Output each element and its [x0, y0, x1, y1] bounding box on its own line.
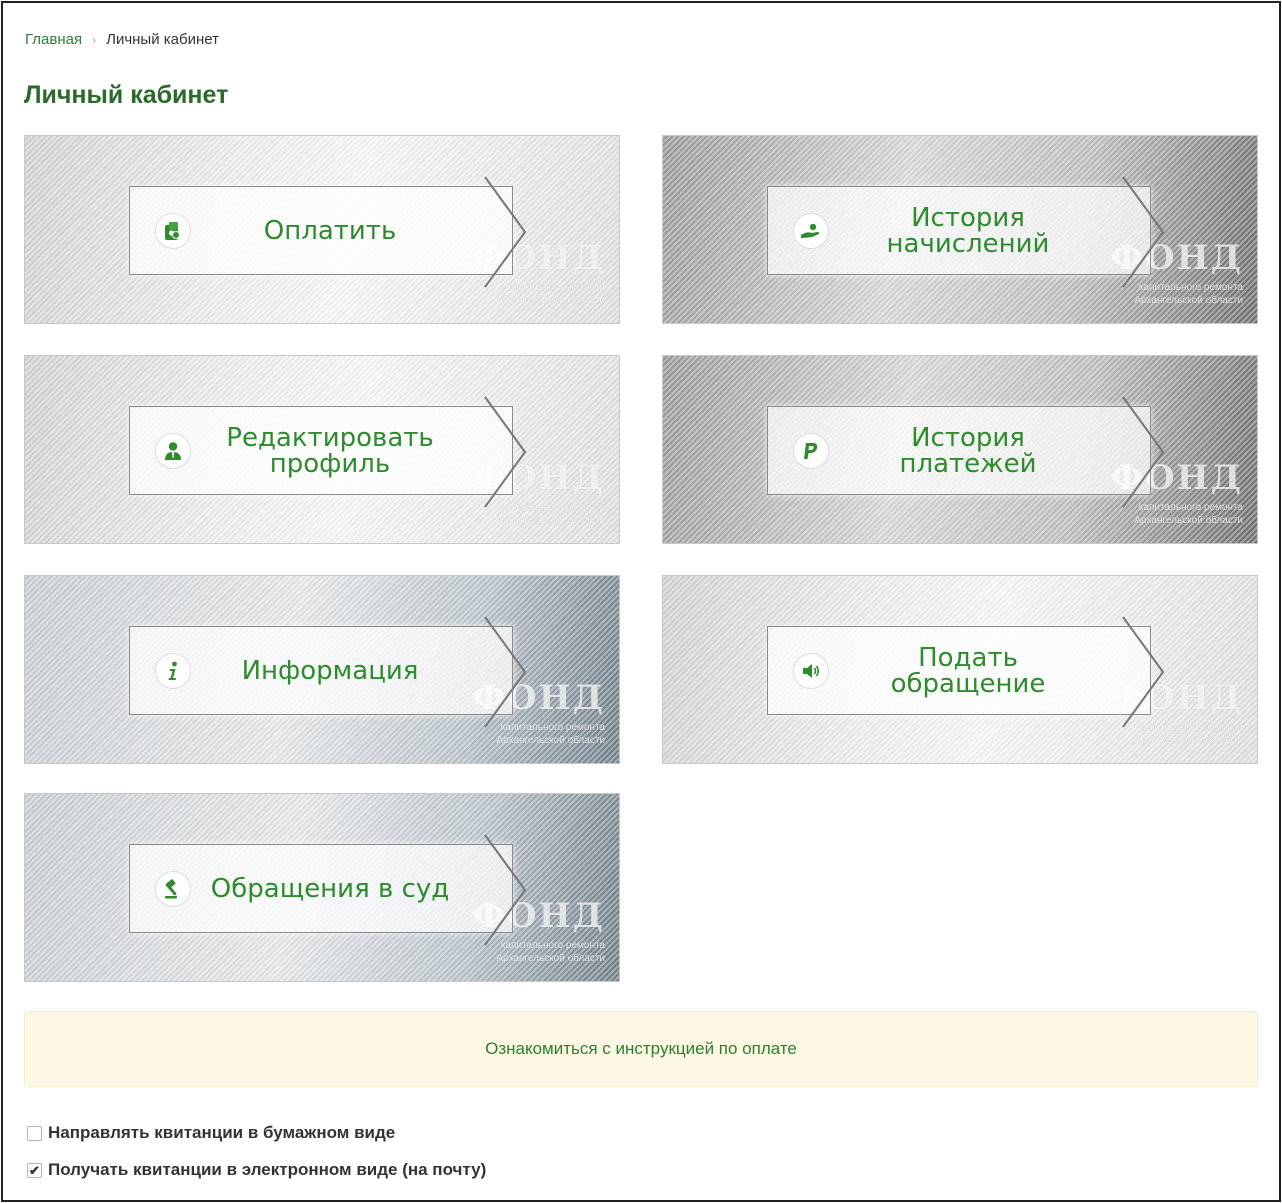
paper-receipts-label: Направлять квитанции в бумажном виде: [48, 1123, 396, 1142]
tile-label: Редактировать профиль: [226, 422, 434, 479]
page-frame: Главная › Личный кабинет Личный кабинет …: [1, 1, 1281, 1202]
email-receipts-checkbox[interactable]: ✔: [27, 1162, 42, 1178]
tile-pay[interactable]: ФОНД капитального ремонта Архангельской …: [24, 135, 620, 324]
chevron-right-icon: [484, 176, 527, 288]
breadcrumb-home-link[interactable]: Главная: [25, 31, 82, 48]
breadcrumb-separator: ›: [92, 32, 97, 47]
payment-instructions-link[interactable]: Ознакомиться с инструкцией по оплате: [24, 1011, 1258, 1087]
tile-label: Оплатить: [263, 215, 397, 246]
tile-label: Информация: [241, 655, 419, 686]
chevron-right-icon: [1122, 616, 1165, 728]
breadcrumb: Главная › Личный кабинет: [25, 31, 219, 48]
tile-label: Подать обращение: [890, 642, 1046, 699]
info-icon: [155, 653, 191, 689]
tile-edit-profile[interactable]: ФОНД капитального ремонта Архангельской …: [24, 355, 620, 544]
chevron-right-icon: [1122, 396, 1165, 508]
tile-court-appeals[interactable]: ФОНД капитального ремонта Архангельской …: [24, 793, 620, 982]
tile-submit-request[interactable]: ФОНД капитального ремонта Архангельской …: [662, 575, 1258, 764]
email-receipts-option[interactable]: ✔ Получать квитанции в электронном виде …: [27, 1160, 486, 1180]
tile-label: Обращения в суд: [210, 873, 450, 904]
tile-payment-history[interactable]: ФОНД капитального ремонта Архангельской …: [662, 355, 1258, 544]
tile-information[interactable]: ФОНД капитального ремонта Архангельской …: [24, 575, 620, 764]
tile-label: История платежей: [899, 422, 1037, 479]
tile-label: История начислений: [886, 202, 1050, 259]
hand-coin-icon: [793, 213, 829, 249]
breadcrumb-current: Личный кабинет: [106, 31, 219, 48]
gavel-icon: [155, 871, 191, 907]
paper-receipts-option[interactable]: Направлять квитанции в бумажном виде: [27, 1123, 395, 1143]
user-icon: [155, 433, 191, 469]
speaker-icon: [793, 653, 829, 689]
tile-accrual-history[interactable]: ФОНД капитального ремонта Архангельской …: [662, 135, 1258, 324]
chevron-right-icon: [484, 396, 527, 508]
email-receipts-label: Получать квитанции в электронном виде (н…: [48, 1160, 487, 1179]
chevron-right-icon: [484, 616, 527, 728]
paypal-icon: [793, 433, 829, 469]
page-title: Личный кабинет: [24, 81, 229, 109]
chevron-right-icon: [1122, 176, 1165, 288]
money-icon: [155, 213, 191, 249]
chevron-right-icon: [484, 834, 527, 946]
paper-receipts-checkbox[interactable]: [27, 1125, 42, 1141]
